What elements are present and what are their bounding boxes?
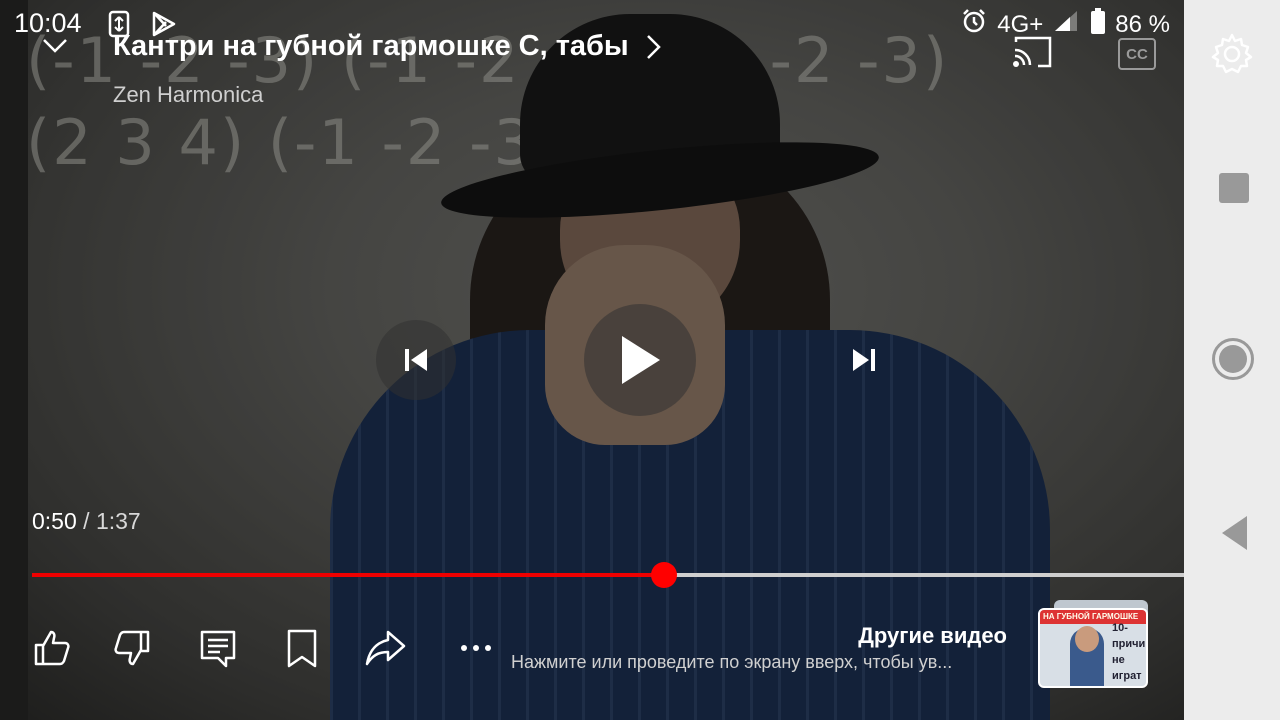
total-duration: 1:37	[95, 508, 141, 534]
captions-button[interactable]: CC	[1118, 38, 1156, 70]
battery-icon	[1091, 8, 1106, 41]
channel-name[interactable]: Zen Harmonica	[113, 82, 263, 108]
time-separator: /	[76, 508, 96, 534]
thumbnail-face	[1075, 626, 1099, 652]
previous-button[interactable]	[376, 320, 456, 400]
comment-icon	[200, 630, 236, 668]
status-right-group: 4G+ 86 %	[961, 8, 1170, 41]
thumbs-down-icon	[114, 630, 150, 666]
time-display: 0:50 / 1:37	[32, 508, 141, 535]
progress-bar[interactable]	[32, 562, 1248, 588]
minimize-chevron-icon[interactable]	[40, 30, 70, 60]
more-videos-title[interactable]: Другие видео	[858, 623, 1007, 649]
next-video-thumbnail[interactable]: НА ГУБНОЙ ГАРМОШКЕ 10- причин не играт	[1038, 608, 1148, 688]
back-button[interactable]	[1222, 516, 1247, 550]
progress-played	[32, 573, 665, 577]
share-icon	[365, 630, 406, 666]
more-options-button[interactable]	[458, 628, 494, 668]
more-videos-hint: Нажмите или проведите по экрану вверх, ч…	[511, 652, 953, 672]
play-button[interactable]	[584, 304, 696, 416]
current-time: 0:50	[32, 508, 77, 534]
play-icon	[622, 336, 660, 384]
signal-icon	[1053, 9, 1081, 40]
comments-button[interactable]	[198, 628, 238, 668]
video-title-link[interactable]: Кантри на губной гармошке С, табы	[113, 30, 663, 63]
network-type: 4G+	[997, 10, 1044, 38]
video-title: Кантри на губной гармошке С, табы	[113, 30, 629, 62]
home-circle-icon	[1219, 345, 1247, 373]
dislike-button[interactable]	[112, 628, 152, 668]
alarm-icon	[961, 8, 987, 41]
chevron-right-icon	[646, 34, 661, 59]
battery-level: 86 %	[1115, 10, 1170, 38]
skip-previous-icon	[405, 349, 427, 371]
skip-next-icon	[853, 349, 875, 371]
home-button[interactable]	[1212, 338, 1254, 380]
like-button[interactable]	[32, 628, 72, 668]
cast-icon[interactable]	[1012, 36, 1052, 68]
settings-gear-icon[interactable]	[1210, 32, 1254, 76]
share-button[interactable]	[364, 628, 406, 668]
thumbnail-caption: 10- причин не играт	[1112, 622, 1148, 682]
next-button[interactable]	[824, 320, 904, 400]
more-icon	[461, 645, 491, 651]
recents-button[interactable]	[1219, 173, 1249, 203]
save-button[interactable]	[283, 628, 323, 668]
thumbs-up-icon	[34, 630, 70, 666]
save-icon	[287, 629, 317, 668]
